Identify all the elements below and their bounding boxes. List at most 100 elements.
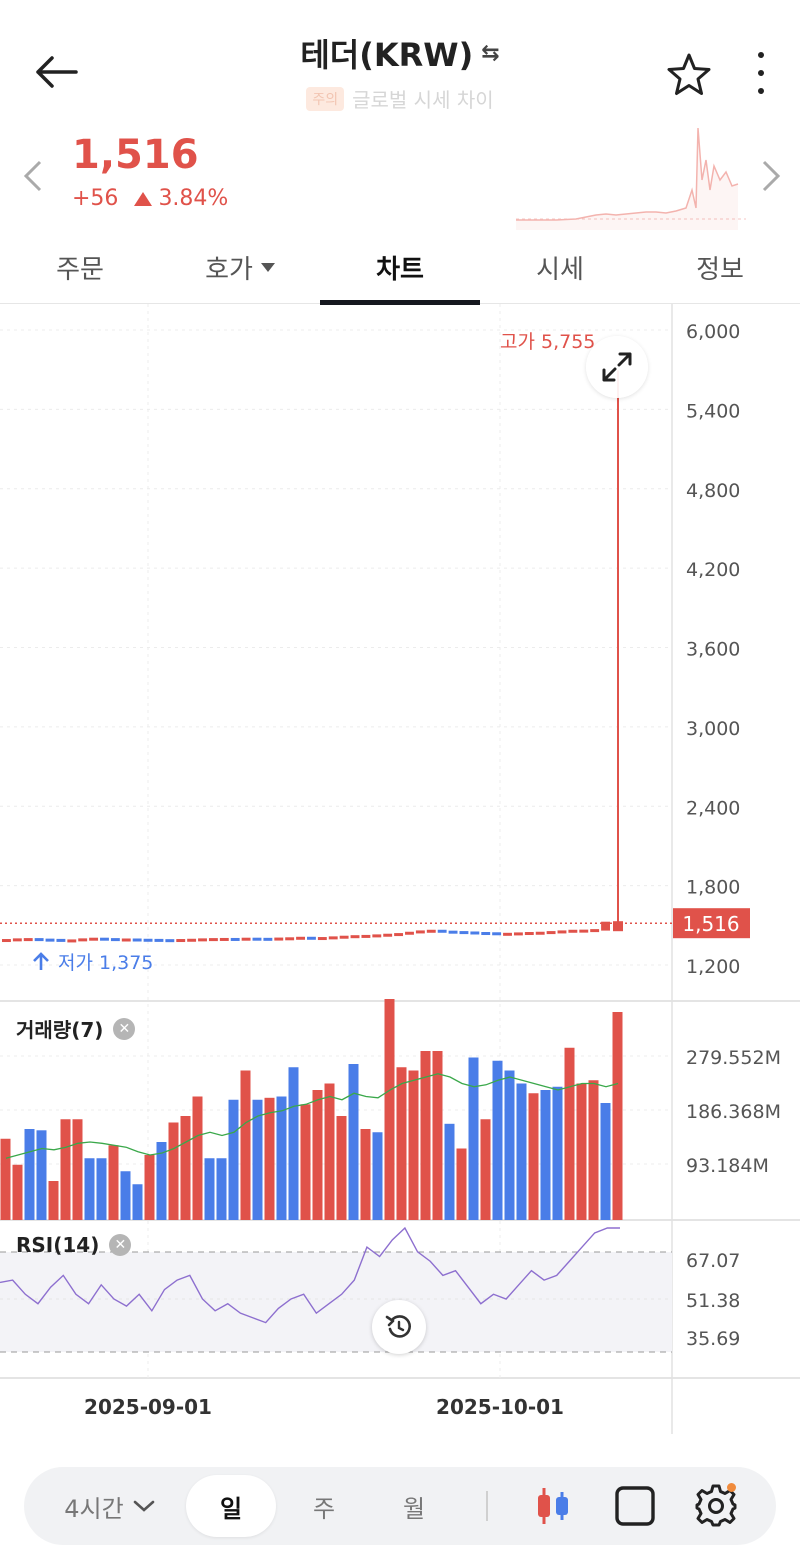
volume-bar — [480, 1119, 491, 1220]
candle — [56, 938, 66, 942]
tab-market-price[interactable]: 시세 — [480, 230, 640, 304]
next-market-button[interactable] — [756, 156, 786, 196]
candle — [579, 929, 589, 933]
tab-orderbook[interactable]: 호가 — [160, 230, 320, 304]
toolbar-divider — [486, 1491, 488, 1521]
volume-bar — [72, 1119, 83, 1220]
volume-bar — [24, 1129, 35, 1220]
sparkline — [516, 127, 746, 230]
current-price: 1,516 — [72, 132, 199, 178]
volume-bar — [84, 1158, 95, 1220]
remove-volume-icon[interactable]: ✕ — [113, 1017, 136, 1040]
volume-bar — [36, 1130, 47, 1220]
candle — [208, 938, 218, 942]
drawing-tool-button[interactable] — [608, 1467, 662, 1545]
volume-bar — [0, 1138, 11, 1220]
candle — [132, 938, 142, 942]
tab-bar: 주문 호가 차트 시세 정보 — [0, 230, 800, 305]
volume-title: 거래량(7) — [16, 1018, 104, 1042]
tab-label: 차트 — [376, 254, 424, 285]
volume-bar — [372, 1132, 383, 1220]
candlestick-icon — [538, 1488, 568, 1524]
chevron-left-icon — [23, 160, 42, 192]
candle — [426, 929, 436, 933]
candle — [12, 938, 22, 942]
price-tick-label: 5,400 — [686, 400, 740, 422]
reset-chart-button[interactable] — [372, 1300, 426, 1354]
volume-bar — [504, 1070, 515, 1220]
candle — [535, 931, 545, 935]
candle — [67, 939, 77, 943]
volume-bar — [132, 1184, 143, 1220]
prev-market-button[interactable] — [18, 156, 48, 196]
volume-bar — [168, 1122, 179, 1220]
swap-icon: ⇆ — [481, 40, 500, 66]
candle — [100, 937, 109, 941]
price-tick-label: 3,000 — [686, 718, 740, 740]
more-dot-icon — [758, 52, 764, 58]
more-dot-icon — [758, 88, 764, 94]
fullscreen-button[interactable] — [586, 336, 648, 398]
rsi-tick-label: 51.38 — [686, 1290, 740, 1312]
favorite-button[interactable] — [664, 50, 714, 100]
candle — [176, 939, 186, 943]
volume-bar — [228, 1099, 239, 1220]
volume-bar — [144, 1155, 155, 1220]
global-price-diff[interactable]: 주의 글로벌 시세 차이 — [306, 84, 494, 113]
candle — [590, 929, 600, 933]
volume-bar — [216, 1158, 227, 1220]
volume-bar — [408, 1070, 419, 1220]
change-amount: +56 — [72, 186, 119, 211]
rsi-indicator-label: RSI(14) ✕ — [16, 1233, 132, 1257]
candle — [503, 932, 512, 936]
tab-info[interactable]: 정보 — [640, 230, 800, 304]
tab-order[interactable]: 주문 — [0, 230, 160, 304]
volume-bar — [336, 1116, 347, 1220]
price-tick-label: 4,200 — [686, 559, 740, 581]
tab-chart[interactable]: 차트 — [320, 230, 480, 305]
candle — [448, 930, 458, 934]
market-title[interactable]: 테더(KRW) ⇆ — [300, 30, 499, 76]
more-options-button[interactable] — [744, 48, 778, 98]
chart-settings-button[interactable] — [688, 1467, 744, 1545]
subtitle-text: 글로벌 시세 차이 — [352, 88, 494, 112]
price-chart[interactable]: 6,000 5,400 4,800 4,200 3,600 3,000 2,400 1,800… — [0, 304, 800, 1434]
square-icon — [615, 1486, 655, 1526]
price-tick-label: 4,800 — [686, 480, 740, 502]
volume-bar — [456, 1148, 467, 1220]
chart-type-button[interactable] — [528, 1467, 578, 1545]
candle — [252, 937, 262, 941]
candle — [78, 938, 88, 942]
volume-bar — [588, 1080, 599, 1220]
volume-bar — [348, 1064, 359, 1220]
volume-bar — [108, 1145, 119, 1220]
candle — [513, 932, 523, 936]
candle — [437, 929, 447, 933]
high-label: 고가 5,755 — [500, 331, 595, 353]
candle — [372, 934, 382, 938]
candle — [2, 939, 11, 943]
volume-bar — [276, 1096, 287, 1220]
volume-bar — [600, 1103, 611, 1220]
volume-bar — [264, 1097, 275, 1220]
candle — [274, 937, 284, 941]
price-tick-label: 1,200 — [686, 956, 740, 978]
volume-bar — [324, 1083, 335, 1220]
candle — [492, 932, 502, 936]
remove-rsi-icon[interactable]: ✕ — [109, 1234, 132, 1256]
date-tick-label: 2025-10-01 — [436, 1395, 564, 1419]
interval-select[interactable]: 4시간 — [60, 1467, 160, 1545]
rsi-tick-label: 67.07 — [686, 1250, 740, 1272]
period-week-button[interactable]: 주 — [294, 1467, 354, 1545]
period-day-button[interactable]: 일 — [186, 1475, 276, 1537]
rsi-band — [0, 1252, 672, 1352]
volume-tick-label: 93.184M — [686, 1155, 769, 1177]
tab-label: 주문 — [56, 254, 104, 285]
volume-bar — [312, 1090, 323, 1220]
period-month-button[interactable]: 월 — [384, 1467, 444, 1545]
candle — [350, 935, 360, 939]
candle — [89, 937, 99, 941]
volume-bar — [576, 1083, 587, 1220]
candle — [241, 937, 251, 941]
rsi-title: RSI(14) — [16, 1233, 100, 1257]
